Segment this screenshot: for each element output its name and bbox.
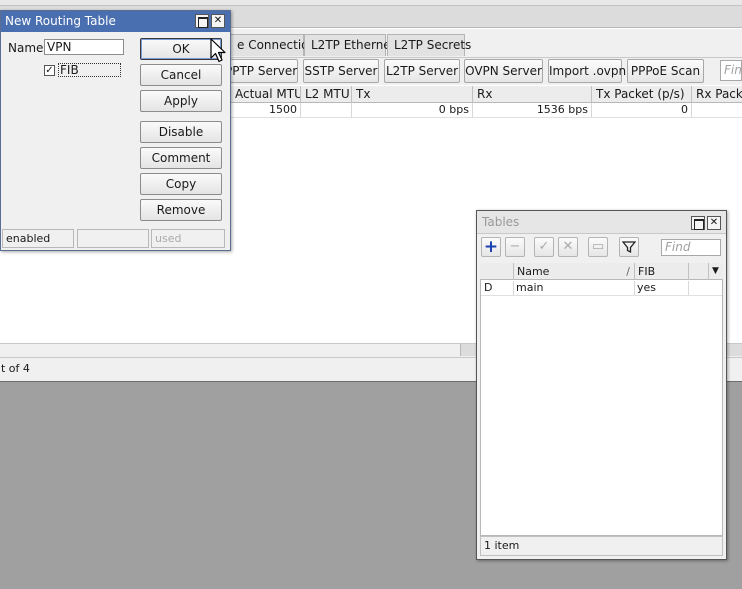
fib-checkbox[interactable]: ✓ bbox=[44, 65, 55, 76]
close-icon[interactable]: ✕ bbox=[707, 216, 721, 230]
find-input[interactable]: Find bbox=[720, 60, 742, 81]
dialog-title: New Routing Table bbox=[5, 14, 116, 28]
pptp-server-button[interactable]: PPTP Server bbox=[224, 59, 298, 83]
row-fib: yes bbox=[637, 281, 657, 294]
filter-icon[interactable] bbox=[619, 237, 639, 257]
mouse-cursor bbox=[210, 38, 228, 67]
tables-status-bar: 1 item bbox=[480, 536, 723, 556]
row-name: main bbox=[516, 281, 544, 294]
grid-line bbox=[513, 281, 514, 295]
maximize-icon[interactable] bbox=[691, 216, 705, 230]
grid-line bbox=[634, 281, 635, 295]
tab-l2tp-ethernet[interactable]: L2TP Ethernet bbox=[304, 34, 395, 56]
col-name[interactable]: Name / bbox=[513, 263, 634, 280]
sort-icon: / bbox=[626, 265, 630, 278]
cell-actual-mtu: 1500 bbox=[269, 103, 297, 116]
cell-rx: 1536 bps bbox=[536, 103, 588, 116]
tables-title-bar[interactable]: Tables bbox=[477, 211, 726, 234]
col-fib[interactable]: FIB bbox=[634, 263, 688, 280]
dropdown-arrow-icon[interactable]: ▼ bbox=[708, 263, 723, 280]
col-spacer bbox=[688, 263, 708, 280]
row-separator bbox=[481, 295, 722, 296]
cell-tx: 0 bps bbox=[438, 103, 469, 116]
maximize-icon[interactable] bbox=[195, 14, 209, 28]
tables-window: Tables ✕ + − ✓ ✕ ▭ Find Name / FIB ▼ D ma… bbox=[476, 210, 727, 560]
ovpn-server-button[interactable]: OVPN Server bbox=[464, 59, 543, 83]
col-rx[interactable]: Rx bbox=[472, 86, 591, 103]
status-used: used bbox=[151, 229, 225, 248]
status-enabled: enabled bbox=[2, 229, 74, 248]
pppoe-scan-button[interactable]: PPPoE Scan bbox=[627, 59, 704, 83]
comment-button[interactable]: Comment bbox=[140, 147, 222, 169]
new-routing-table-dialog: New Routing Table ✕ Name: VPN ✓ FIB OK C… bbox=[0, 10, 231, 251]
disable-button[interactable]: Disable bbox=[140, 121, 222, 143]
grid-line bbox=[351, 103, 352, 117]
cell-tx-packet: 0 bbox=[681, 103, 688, 116]
l2tp-server-button[interactable]: L2TP Server bbox=[384, 59, 460, 83]
col-name-label: Name bbox=[517, 265, 550, 278]
col-flag[interactable] bbox=[480, 263, 513, 280]
tables-title: Tables bbox=[482, 215, 520, 229]
comment-icon[interactable]: ▭ bbox=[588, 237, 608, 257]
name-label: Name: bbox=[8, 41, 48, 55]
col-tx-packet[interactable]: Tx Packet (p/s) bbox=[591, 86, 691, 103]
row-flag: D bbox=[484, 281, 493, 294]
remove-button[interactable]: Remove bbox=[140, 199, 222, 221]
tab-connections[interactable]: e Connections bbox=[230, 34, 322, 56]
tab-l2tp-secrets[interactable]: L2TP Secrets bbox=[387, 34, 471, 56]
col-l2-mtu[interactable]: L2 MTU bbox=[300, 86, 351, 103]
grid-line bbox=[472, 103, 473, 117]
apply-button[interactable]: Apply bbox=[140, 90, 222, 112]
remove-icon[interactable]: − bbox=[505, 237, 525, 257]
sstp-server-button[interactable]: SSTP Server bbox=[303, 59, 379, 83]
tables-find-input[interactable]: Find bbox=[661, 239, 721, 256]
col-tx[interactable]: Tx bbox=[351, 86, 472, 103]
col-rx-packet[interactable]: Rx Packet bbox=[691, 86, 742, 103]
grid-line bbox=[691, 103, 692, 117]
col-actual-mtu[interactable]: Actual MTU bbox=[230, 86, 300, 103]
disable-x-icon[interactable]: ✕ bbox=[558, 237, 578, 257]
cell-l2-mtu bbox=[300, 103, 351, 117]
cancel-button[interactable]: Cancel bbox=[140, 64, 222, 86]
add-icon[interactable]: + bbox=[481, 237, 501, 257]
grid-line bbox=[591, 103, 592, 117]
close-icon[interactable]: ✕ bbox=[211, 14, 225, 28]
import-ovpn-button[interactable]: Import .ovpn bbox=[548, 59, 626, 83]
fib-label[interactable]: FIB bbox=[58, 63, 121, 77]
status-middle bbox=[77, 229, 149, 248]
copy-button[interactable]: Copy bbox=[140, 173, 222, 195]
grid-line bbox=[688, 281, 689, 295]
grid-line bbox=[300, 103, 301, 117]
enable-check-icon[interactable]: ✓ bbox=[534, 237, 554, 257]
tables-grid bbox=[480, 263, 723, 536]
name-input[interactable]: VPN bbox=[44, 39, 124, 55]
